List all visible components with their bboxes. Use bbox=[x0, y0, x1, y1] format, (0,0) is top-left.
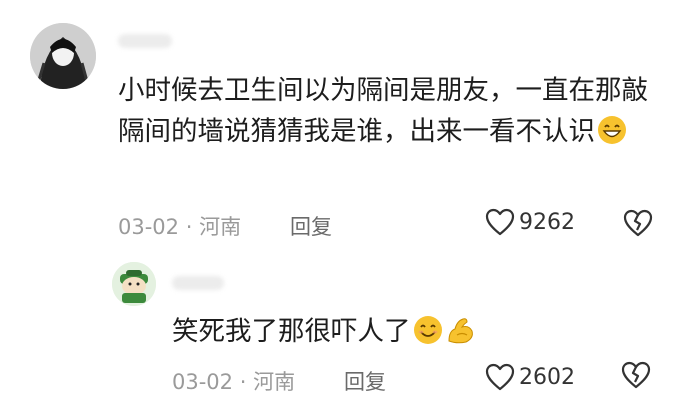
like-count: 9262 bbox=[519, 209, 575, 235]
comment-location: 河南 bbox=[199, 215, 242, 239]
heart-icon bbox=[485, 208, 515, 236]
broken-heart-icon bbox=[623, 209, 653, 237]
heart-icon bbox=[485, 363, 515, 391]
username-blurred[interactable] bbox=[118, 34, 172, 48]
comment-meta: 03-02 · 河南 bbox=[172, 366, 295, 396]
comment-date: 03-02 bbox=[172, 370, 234, 394]
like-count: 2602 bbox=[519, 364, 575, 390]
meta-separator: · bbox=[239, 370, 247, 394]
comment-location: 河南 bbox=[253, 370, 296, 394]
dislike-button[interactable] bbox=[620, 360, 652, 394]
reply-button[interactable]: 回复 bbox=[290, 211, 332, 241]
like-button[interactable]: 2602 bbox=[485, 363, 575, 391]
broken-heart-icon bbox=[621, 361, 651, 389]
like-button[interactable]: 9262 bbox=[485, 208, 575, 236]
comment-meta: 03-02 · 河南 bbox=[118, 211, 241, 241]
reply-button[interactable]: 回复 bbox=[344, 366, 386, 396]
comment-text: 小时候去卫生间以为隔间是朋友，一直在那敲隔间的墙说猜猜我是谁，出来一看不认识 bbox=[118, 70, 658, 157]
dislike-button[interactable] bbox=[622, 208, 654, 242]
meta-separator: · bbox=[185, 215, 193, 239]
smiling-face-emoji bbox=[413, 315, 443, 357]
grinning-face-emoji bbox=[597, 115, 627, 157]
avatar[interactable] bbox=[30, 23, 96, 89]
avatar[interactable] bbox=[112, 262, 156, 306]
comment-date: 03-02 bbox=[118, 215, 180, 239]
comment-body: 小时候去卫生间以为隔间是朋友，一直在那敲隔间的墙说猜猜我是谁，出来一看不认识 bbox=[118, 75, 648, 147]
username-blurred[interactable] bbox=[172, 276, 224, 290]
comment-text: 笑死我了那很吓人了 bbox=[172, 311, 672, 357]
flexed-biceps-emoji bbox=[445, 315, 475, 357]
comment-body: 笑死我了那很吓人了 bbox=[172, 316, 411, 347]
